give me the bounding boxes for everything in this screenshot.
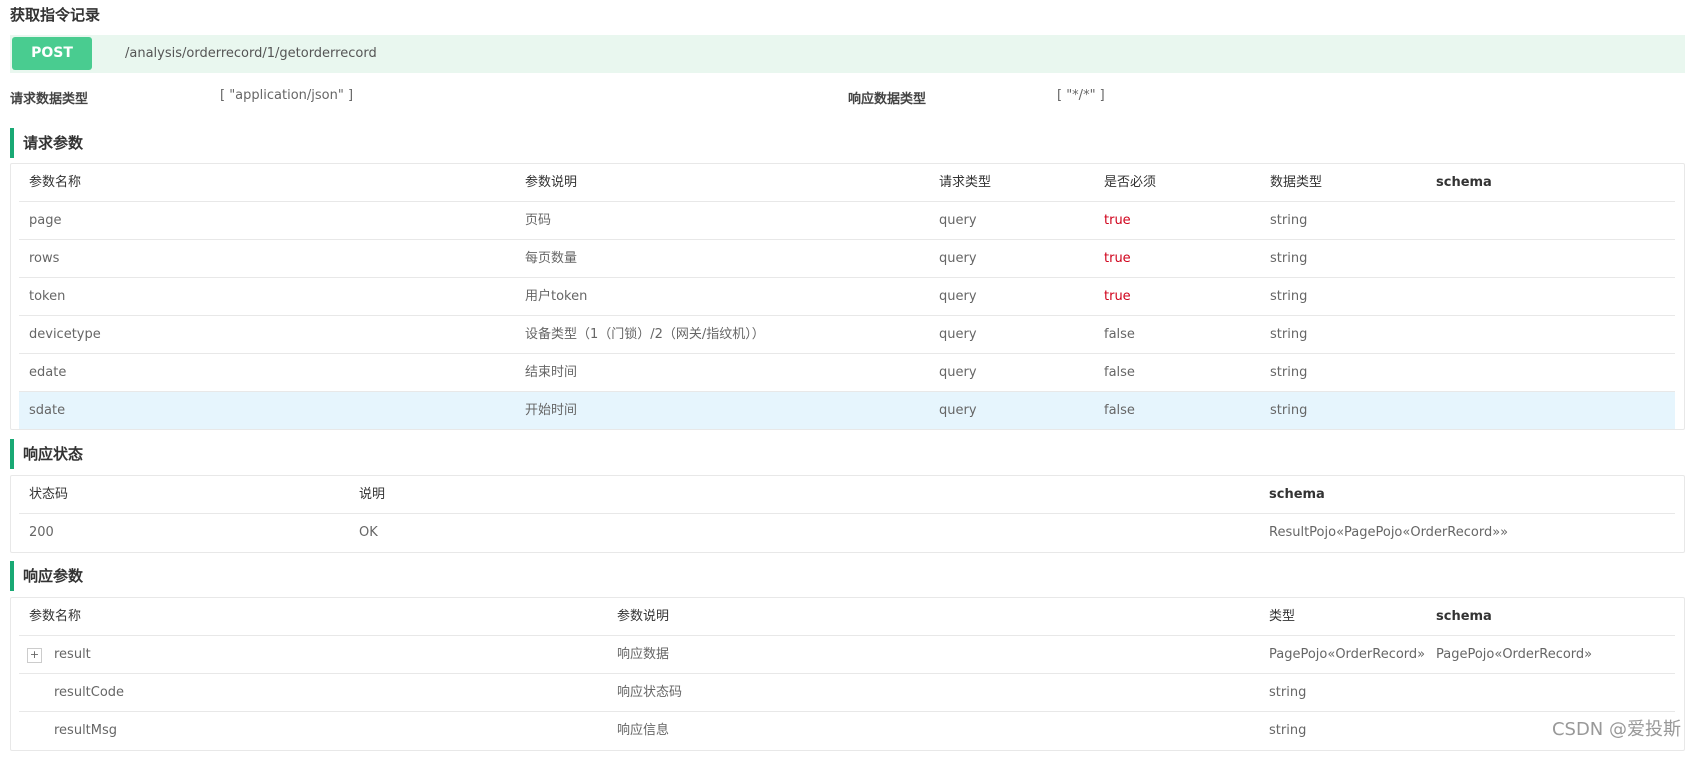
param-required: true [1104, 251, 1131, 266]
param-name: resultMsg [54, 723, 118, 738]
param-type: string [1270, 251, 1308, 266]
param-type: string [1270, 213, 1308, 228]
table-row[interactable]: rows 每页数量 query true string [19, 240, 1675, 278]
table-header: 参数名称 参数说明 类型 schema [19, 598, 1675, 636]
param-name: resultCode [54, 685, 125, 700]
col-header: 是否必须 [1104, 175, 1157, 190]
response-params-table: 参数名称 参数说明 类型 schema + result 响应数据 PagePo… [10, 597, 1685, 751]
table-header: 参数名称 参数说明 请求类型 是否必须 数据类型 schema [19, 164, 1675, 202]
param-in: query [939, 251, 977, 266]
param-type: string [1270, 365, 1308, 380]
response-content-type-value: [ "*/*" ] [1057, 88, 1105, 103]
param-type: string [1270, 327, 1308, 342]
col-header: 数据类型 [1270, 175, 1323, 190]
table-row[interactable]: resultCode 响应状态码 string [19, 674, 1675, 712]
param-desc: 用户token [525, 289, 588, 304]
param-required: true [1104, 289, 1131, 304]
col-header: schema [1436, 175, 1492, 190]
status-desc: OK [359, 525, 378, 540]
request-content-type-label: 请求数据类型 [10, 92, 89, 107]
col-header: schema [1436, 609, 1492, 624]
param-name: token [29, 289, 66, 304]
param-type: PagePojo«OrderRecord» [1269, 647, 1426, 662]
table-row[interactable]: edate 结束时间 query false string [19, 354, 1675, 392]
expand-icon[interactable]: + [27, 648, 42, 663]
request-params-table: 参数名称 参数说明 请求类型 是否必须 数据类型 schema page 页码 … [10, 163, 1685, 430]
response-status-table: 状态码 说明 schema 200 OK ResultPojo«PagePojo… [10, 475, 1685, 553]
response-content-type-label: 响应数据类型 [848, 92, 927, 107]
response-status-title: 响应状态 [10, 439, 83, 469]
endpoint-bar[interactable]: POST /analysis/orderrecord/1/getorderrec… [10, 35, 1685, 73]
param-type: string [1270, 289, 1308, 304]
param-name: edate [29, 365, 67, 380]
param-type: string [1269, 685, 1307, 700]
table-row[interactable]: page 页码 query true string [19, 202, 1675, 240]
status-schema: ResultPojo«PagePojo«OrderRecord»» [1269, 525, 1509, 540]
col-header: 参数说明 [525, 175, 578, 190]
page-title: 获取指令记录 [10, 6, 101, 24]
param-desc: 响应数据 [617, 647, 670, 662]
table-header: 状态码 说明 schema [19, 476, 1675, 514]
table-row[interactable]: + result 响应数据 PagePojo«OrderRecord» Page… [19, 636, 1675, 674]
param-required: false [1104, 365, 1135, 380]
col-header: schema [1269, 487, 1325, 502]
param-type: string [1269, 723, 1307, 738]
param-desc: 设备类型（1（门锁）/2（网关/指纹机）） [525, 327, 765, 342]
param-desc: 每页数量 [525, 251, 578, 266]
http-method-badge: POST [12, 37, 92, 70]
param-required: false [1104, 327, 1135, 342]
request-content-type-value: [ "application/json" ] [220, 88, 354, 103]
col-header: 参数说明 [617, 609, 670, 624]
col-header: 类型 [1269, 609, 1296, 624]
table-row[interactable]: devicetype 设备类型（1（门锁）/2（网关/指纹机）） query f… [19, 316, 1675, 354]
param-in: query [939, 289, 977, 304]
param-name: page [29, 213, 62, 228]
status-code: 200 [29, 525, 54, 540]
table-row[interactable]: token 用户token query true string [19, 278, 1675, 316]
param-in: query [939, 213, 977, 228]
param-schema: PagePojo«OrderRecord» [1436, 647, 1593, 662]
request-params-title: 请求参数 [10, 128, 83, 158]
param-desc: 开始时间 [525, 403, 578, 418]
watermark: CSDN @爱投斯 [1551, 719, 1681, 740]
param-desc: 页码 [525, 213, 552, 228]
response-params-title: 响应参数 [10, 561, 83, 591]
table-row[interactable]: sdate 开始时间 query false string [19, 392, 1675, 429]
param-name: rows [29, 251, 60, 266]
col-header: 状态码 [29, 487, 69, 502]
param-desc: 响应信息 [617, 723, 670, 738]
table-row[interactable]: resultMsg 响应信息 string [19, 712, 1675, 749]
param-desc: 响应状态码 [617, 685, 683, 700]
col-header: 参数名称 [29, 609, 82, 624]
param-required: false [1104, 403, 1135, 418]
param-type: string [1270, 403, 1308, 418]
param-name: result [54, 647, 91, 662]
param-in: query [939, 403, 977, 418]
table-row[interactable]: 200 OK ResultPojo«PagePojo«OrderRecord»» [19, 514, 1675, 551]
param-in: query [939, 365, 977, 380]
param-name: devicetype [29, 327, 101, 342]
param-in: query [939, 327, 977, 342]
endpoint-path: /analysis/orderrecord/1/getorderrecord [125, 46, 377, 61]
col-header: 说明 [359, 487, 386, 502]
param-required: true [1104, 213, 1131, 228]
col-header: 参数名称 [29, 175, 82, 190]
param-name: sdate [29, 403, 66, 418]
param-desc: 结束时间 [525, 365, 578, 380]
col-header: 请求类型 [939, 175, 992, 190]
